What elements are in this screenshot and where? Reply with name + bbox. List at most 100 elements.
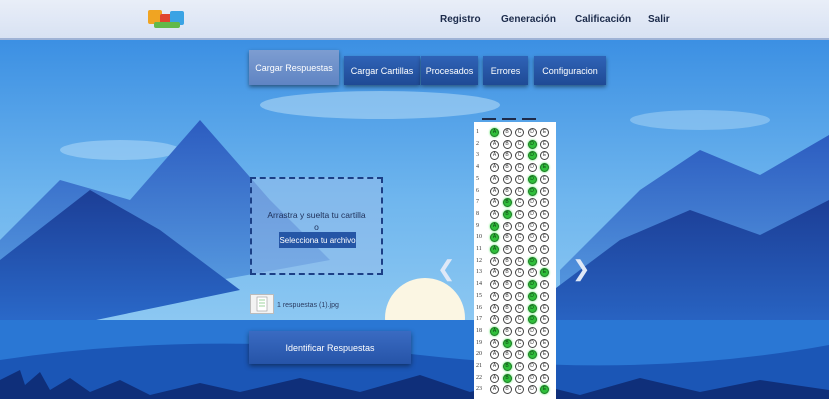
answer-bubble: C xyxy=(515,338,524,348)
sheet-marker xyxy=(502,118,516,120)
answer-bubble: A xyxy=(490,163,499,173)
answer-bubble: B xyxy=(502,326,512,336)
answer-bubble: E xyxy=(540,338,549,348)
answer-bubble: D xyxy=(527,186,537,196)
answer-bubble: A xyxy=(490,315,499,325)
row-number: 5 xyxy=(476,175,479,182)
answer-bubble: E xyxy=(540,326,549,336)
answer-bubble: B xyxy=(502,315,512,325)
answer-row: 2 ABCDE xyxy=(474,139,556,151)
answer-bubble: C xyxy=(515,268,524,278)
answer-bubble: A xyxy=(490,174,499,184)
identify-answers-button[interactable]: Identificar Respuestas xyxy=(249,331,411,364)
answer-bubble: E xyxy=(540,209,549,219)
answer-row: 9 ABCDE xyxy=(474,221,556,233)
file-thumbnail[interactable] xyxy=(250,294,274,314)
answer-row: 13 A B C D E xyxy=(474,268,556,279)
row-number: 1 xyxy=(476,129,479,135)
answer-bubble: A xyxy=(490,139,499,149)
answer-bubble: E xyxy=(540,151,549,161)
answer-bubble: D xyxy=(527,315,537,325)
row-number: 16 xyxy=(476,304,482,311)
answer-row: 17 A B C D E xyxy=(474,315,556,326)
nav-registro[interactable]: Registro xyxy=(440,14,481,25)
answer-bubble: C xyxy=(515,174,524,184)
answer-bubble: B xyxy=(502,338,512,348)
chevron-left-icon[interactable]: ❮ xyxy=(437,258,455,280)
select-file-button[interactable]: Selecciona tu archivo xyxy=(279,232,356,248)
answer-bubble: C xyxy=(515,245,524,254)
row-number: 6 xyxy=(476,187,479,194)
answer-bubble: B xyxy=(502,128,512,137)
answer-row: 11 A B C D E xyxy=(474,245,556,256)
answer-bubble: C xyxy=(515,280,524,290)
answer-bubble: E xyxy=(540,350,549,360)
answer-bubble: D xyxy=(527,233,537,243)
answer-row: 16 A B C D E xyxy=(474,303,556,315)
answer-row: 12 A B C D E xyxy=(474,256,556,268)
answer-bubble: B xyxy=(502,362,512,371)
answer-bubble: B xyxy=(502,268,512,278)
tab-cargar-cartillas[interactable]: Cargar Cartillas xyxy=(344,56,420,85)
answer-bubble: C xyxy=(515,326,524,336)
answer-row: 4 ABCDE xyxy=(474,163,556,174)
nav-salir[interactable]: Salir xyxy=(648,14,670,25)
answer-row: 20 A B C D E xyxy=(474,350,556,361)
answer-row: 5 ABCDE xyxy=(474,174,556,186)
row-number: 2 xyxy=(476,140,479,147)
answer-bubble: C xyxy=(515,221,524,231)
answer-bubble: D xyxy=(527,291,537,301)
answer-bubble: E xyxy=(540,362,549,371)
answer-bubble: B xyxy=(502,186,512,196)
answer-bubble: C xyxy=(515,385,524,395)
answer-bubble: E xyxy=(540,128,549,137)
answer-row: 23 A B C D E xyxy=(474,385,556,396)
tab-cargar-respuestas[interactable]: Cargar Respuestas xyxy=(249,50,339,85)
answer-bubble: D xyxy=(527,128,537,137)
answer-row: 10 A B C D E xyxy=(474,233,556,244)
answer-bubble: A xyxy=(490,221,499,231)
answer-bubble: A xyxy=(490,256,499,266)
chevron-right-icon[interactable]: ❯ xyxy=(572,258,590,280)
answer-bubble: A xyxy=(490,209,499,219)
tab-procesados[interactable]: Procesados xyxy=(421,56,478,85)
answer-bubble: E xyxy=(540,256,549,266)
answer-bubble: B xyxy=(502,198,512,208)
answer-bubble: C xyxy=(515,139,524,149)
answer-bubble: A xyxy=(490,280,499,290)
tab-configuracion[interactable]: Configuracion xyxy=(534,56,606,85)
answer-bubble: A xyxy=(490,151,499,161)
answer-bubble: B xyxy=(502,174,512,184)
answer-bubble: C xyxy=(515,233,524,243)
row-number: 4 xyxy=(476,164,479,171)
answer-bubble: E xyxy=(540,280,549,290)
answer-bubble: A xyxy=(490,268,499,278)
answer-bubble: D xyxy=(527,245,537,254)
row-number: 21 xyxy=(476,363,482,369)
answer-bubble: D xyxy=(527,385,537,395)
answer-sheet-preview: 1ABCDE2ABCDE3ABCDE4ABCDE5ABCDE6ABCDE7ABC… xyxy=(474,118,556,399)
answer-bubble: C xyxy=(515,151,524,161)
answer-bubble: D xyxy=(527,280,537,290)
row-number: 13 xyxy=(476,269,482,276)
nav-calificacion[interactable]: Calificación xyxy=(575,14,631,25)
app-logo[interactable] xyxy=(146,6,188,32)
answer-bubble: A xyxy=(490,338,499,348)
answer-bubble: B xyxy=(502,280,512,290)
nav-generacion[interactable]: Generación xyxy=(501,14,556,25)
answer-bubble: B xyxy=(502,221,512,231)
answer-bubble: C xyxy=(515,303,524,313)
answer-bubble: C xyxy=(515,186,524,196)
answer-row: 15 A B C D E xyxy=(474,291,556,303)
file-drop-zone[interactable]: Arrastra y suelta tu cartilla o Seleccio… xyxy=(250,177,383,275)
row-number: 7 xyxy=(476,199,479,206)
answer-bubble: B xyxy=(502,151,512,161)
answer-row: 22 A B C D E xyxy=(474,373,556,385)
answer-bubble: D xyxy=(527,338,537,348)
tab-errores[interactable]: Errores xyxy=(483,56,528,85)
row-number: 11 xyxy=(476,246,482,252)
answer-sheet: 1ABCDE2ABCDE3ABCDE4ABCDE5ABCDE6ABCDE7ABC… xyxy=(474,122,556,399)
answer-bubble: B xyxy=(502,350,512,360)
answer-bubble: E xyxy=(540,198,549,208)
answer-bubble: C xyxy=(515,256,524,266)
